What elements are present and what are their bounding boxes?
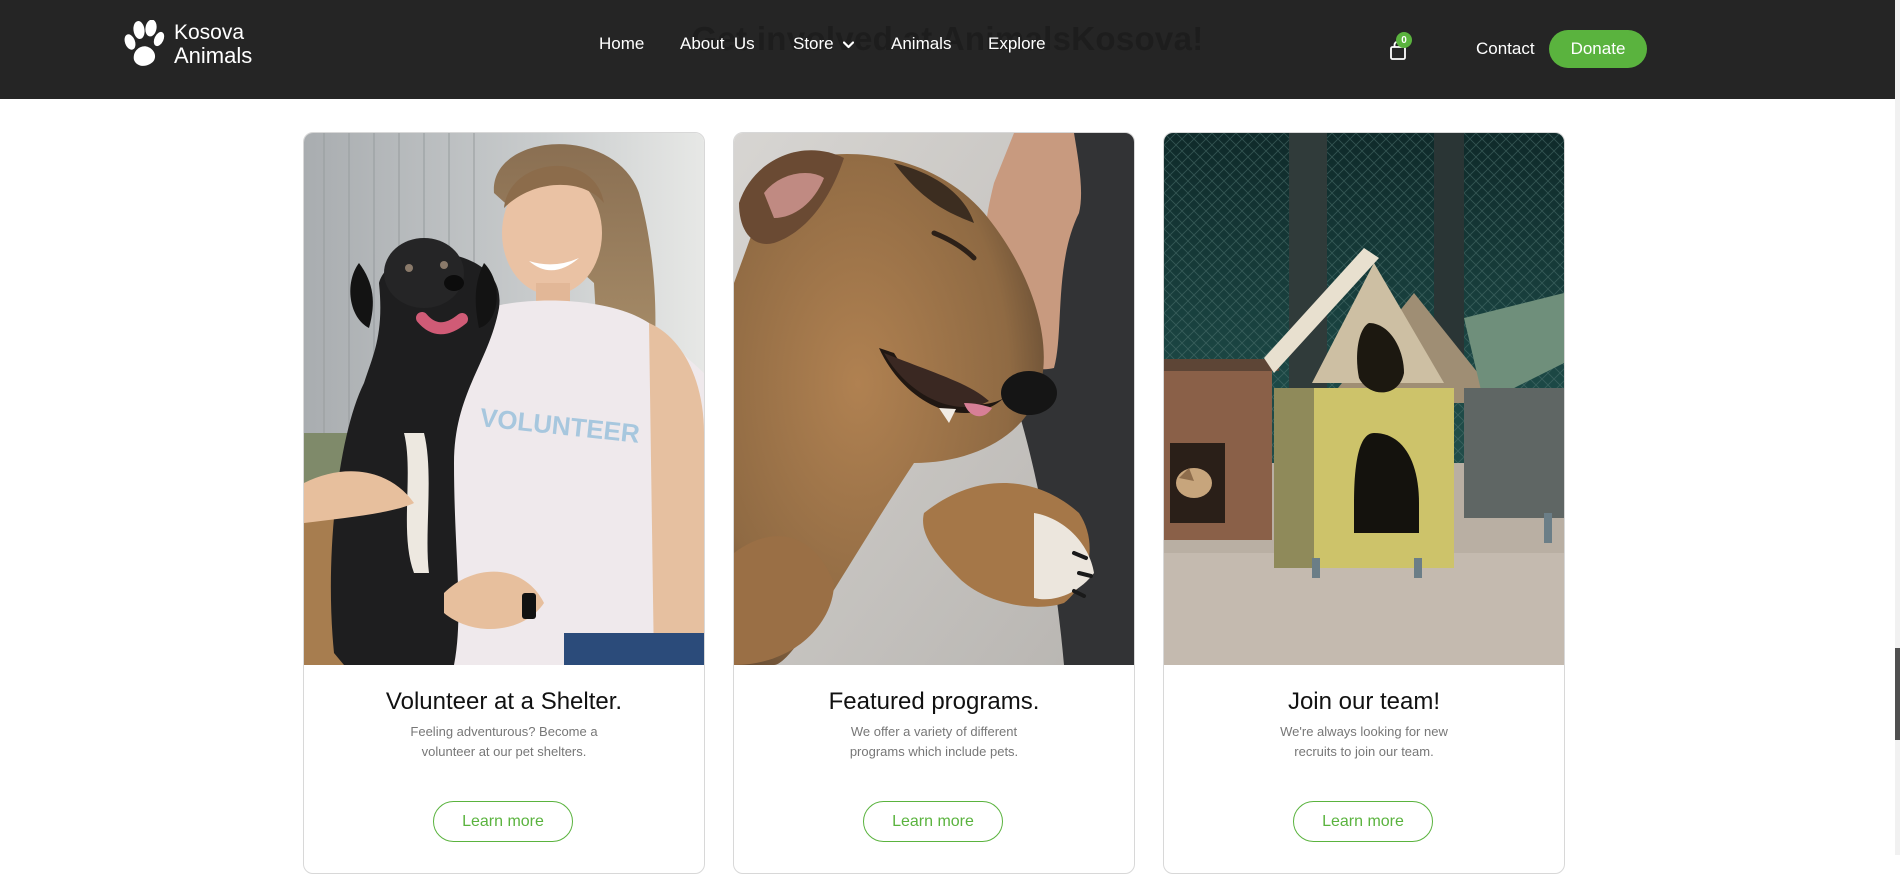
donate-button[interactable]: Donate (1549, 30, 1647, 68)
paw-icon (122, 20, 166, 68)
woman-with-black-dog-photo: VOLUNTEER (304, 133, 704, 665)
contact-link[interactable]: Contact (1476, 39, 1535, 59)
card-description: We're always looking for new recruits to… (1280, 724, 1448, 759)
page-scrollbar[interactable] (1895, 0, 1900, 855)
brown-dog-photo (734, 133, 1134, 665)
card-description: Feeling adventurous? Become a volunteer … (410, 724, 598, 759)
site-header: Get involved at AnimalsKosova! Kosova An… (0, 0, 1895, 99)
card-title: Featured programs. (828, 688, 1040, 715)
chevron-down-icon (842, 34, 854, 54)
dog-kennels-photo (1164, 133, 1564, 665)
card-title: Volunteer at a Shelter. (385, 688, 623, 715)
learn-more-button[interactable]: Learn more (1293, 801, 1433, 842)
learn-more-button[interactable]: Learn more (433, 801, 573, 842)
learn-more-button[interactable]: Learn more (863, 801, 1003, 842)
card-volunteer: VOLUNTEER Volunteer at a Shelter. Feelin… (303, 132, 705, 874)
site-logo[interactable]: Kosova Animals (122, 20, 252, 68)
logo-text-kosova: Kosova (174, 20, 245, 44)
nav-explore[interactable]: Explore (988, 34, 1046, 54)
card-join-team: Join our team! We're always looking for … (1163, 132, 1565, 874)
nav-about-us[interactable]: About Us (680, 34, 755, 54)
card-description: We offer a variety of different programs… (849, 724, 1019, 759)
nav-store-label: Store (793, 34, 834, 53)
nav-home[interactable]: Home (599, 34, 644, 54)
card-title: Join our team! (1287, 688, 1441, 715)
card-featured-programs: Featured programs. We offer a variety of… (733, 132, 1135, 874)
scrollbar-thumb[interactable] (1895, 648, 1900, 740)
nav-store[interactable]: Store (793, 34, 854, 54)
cart-count-badge: 0 (1396, 32, 1412, 48)
nav-animals[interactable]: Animals (891, 34, 951, 54)
logo-text-animals: Animals (174, 42, 253, 68)
